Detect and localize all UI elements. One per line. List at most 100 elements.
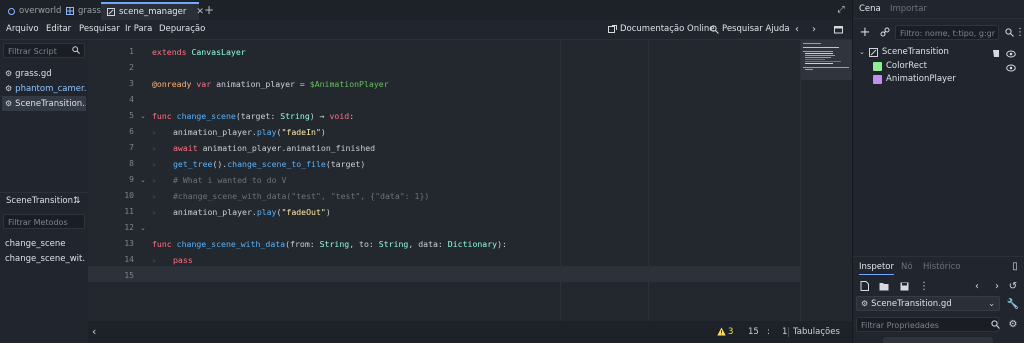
menu-debug[interactable]: Depuração xyxy=(159,24,205,34)
tab-inspector[interactable]: Inspetor xyxy=(859,262,894,275)
add-node-icon[interactable]: + xyxy=(858,25,872,40)
visibility-eye-icon[interactable] xyxy=(1004,61,1018,75)
online-docs-button[interactable]: Documentação Online xyxy=(608,24,714,34)
fullscreen-icon[interactable]: ⤢ xyxy=(836,5,846,15)
minimap-line xyxy=(805,63,833,64)
tree-node-animation-player[interactable]: AnimationPlayer xyxy=(873,74,956,84)
indentation-mode[interactable]: Tabulações xyxy=(793,327,840,337)
line-number: 12 xyxy=(124,223,134,232)
line-number: 10 xyxy=(124,191,134,200)
script-item-grass[interactable]: ⚙ grass.gd xyxy=(2,66,86,81)
minimap-line xyxy=(805,59,825,60)
search-icon xyxy=(72,46,80,54)
menu-edit[interactable]: Editar xyxy=(46,24,71,34)
code-minimap[interactable] xyxy=(800,40,852,321)
new-resource-icon[interactable] xyxy=(857,279,871,293)
code-line-10: #change_scene_with_data("test", "test", … xyxy=(173,191,430,201)
minimap-line xyxy=(803,51,833,52)
scene-tab-bar: overworld grass scene_manager ✕ + ⤢ xyxy=(0,0,852,20)
visibility-eye-icon[interactable] xyxy=(1004,47,1018,61)
line-number: 8 xyxy=(129,159,134,168)
resource-selector[interactable]: ⚙ SceneTransition.gd ⌄ xyxy=(856,296,1000,311)
tab-overworld[interactable]: overworld xyxy=(2,2,67,20)
fold-arrow-icon[interactable]: ⌄ xyxy=(140,112,146,120)
scene-filter-input[interactable]: Filtro: nome, t:tipo, g:gr xyxy=(895,25,999,40)
minimap-line xyxy=(805,61,841,62)
menu-file[interactable]: Arquivo xyxy=(6,24,39,34)
more-options-icon[interactable]: ⋮ xyxy=(1013,25,1024,39)
save-icon[interactable] xyxy=(897,279,911,293)
help-search-icon xyxy=(710,24,719,34)
minimap-line xyxy=(803,47,839,48)
code-editor[interactable]: 1 2 3 4 5 6 7 8 9 10 11 12 13 14 15 ⌄ ⌄ … xyxy=(88,40,800,321)
tab-grass[interactable]: grass xyxy=(60,2,107,20)
minimap-line xyxy=(805,69,813,70)
tree-node-color-rect[interactable]: ColorRect xyxy=(873,61,927,71)
method-item[interactable]: change_scene_wit... xyxy=(2,251,86,266)
settings-icon[interactable]: ⚙ xyxy=(1006,317,1020,331)
warning-icon[interactable] xyxy=(717,327,726,336)
toggle-panel-icon[interactable]: ‹ xyxy=(92,325,96,338)
line-number: 6 xyxy=(129,127,134,136)
code-line-6: animation_player.play("fadeIn") xyxy=(173,127,326,137)
minimap-line xyxy=(805,57,831,58)
minimap-line xyxy=(803,43,821,44)
link-icon[interactable] xyxy=(878,25,892,39)
chevron-left-icon[interactable]: ‹ xyxy=(970,279,984,293)
sort-icon[interactable]: ⇅ xyxy=(73,196,81,206)
current-line-highlight xyxy=(88,266,800,282)
tab-import[interactable]: Importar xyxy=(890,4,927,14)
gear-icon: ⚙ xyxy=(5,69,13,78)
chevron-down-icon: ⌄ xyxy=(859,48,865,56)
grass-scene-icon xyxy=(66,7,74,15)
divider xyxy=(853,18,1024,19)
line-indicator: 15 xyxy=(748,327,759,337)
menu-search[interactable]: Pesquisar xyxy=(79,24,120,34)
filter-properties-input[interactable]: Filtrar Propriedades xyxy=(856,317,999,332)
history-icon[interactable]: ↺ xyxy=(1006,279,1020,293)
gear-icon: ⚙ xyxy=(5,84,13,93)
line-number: 14 xyxy=(124,255,134,264)
tab-marker: » xyxy=(152,177,157,185)
fold-arrow-icon[interactable]: ⌄ xyxy=(140,224,146,232)
external-link-icon xyxy=(608,24,617,34)
tab-marker: » xyxy=(152,257,157,265)
more-options-icon[interactable]: ⋮ xyxy=(917,279,931,293)
code-line-13: func change_scene_with_data(from: String… xyxy=(152,239,507,249)
line-number: 15 xyxy=(124,271,134,280)
tools-icon[interactable]: 🔧 xyxy=(1006,297,1020,311)
chevron-right-icon[interactable]: › xyxy=(812,24,816,35)
tree-node-scene-transition[interactable]: ⌄ SceneTransition xyxy=(859,47,949,57)
add-tab-icon[interactable]: + xyxy=(204,3,214,17)
script-icon[interactable] xyxy=(989,47,1003,61)
script-item-phantom-camera[interactable]: ⚙ phantom_camer... xyxy=(2,81,86,96)
menu-goto[interactable]: Ir Para xyxy=(125,24,152,34)
warning-count: 3 xyxy=(728,327,734,337)
search-help-button[interactable]: Pesquisar Ajuda xyxy=(710,24,790,34)
filter-methods-input[interactable]: Filtrar Metodos xyxy=(3,214,85,229)
chevron-left-icon[interactable]: ‹ xyxy=(795,24,799,35)
line-number: 2 xyxy=(129,63,134,72)
tab-history[interactable]: Histórico xyxy=(923,262,960,272)
code-line-9: # What i wanted to do V xyxy=(173,175,287,185)
tab-marker: » xyxy=(152,161,157,169)
window-toggle-icon[interactable] xyxy=(834,25,843,34)
script-menu-bar: Arquivo Editar Pesquisar Ir Para Depuraç… xyxy=(0,20,852,40)
line-number: 4 xyxy=(129,95,134,104)
chevron-right-icon[interactable]: › xyxy=(990,279,1004,293)
tab-marker: » xyxy=(152,193,157,201)
collapse-panel-icon[interactable]: ▯ xyxy=(1008,259,1022,273)
method-item[interactable]: change_scene xyxy=(2,236,86,251)
tab-node[interactable]: Nó xyxy=(901,262,913,272)
code-line-5: func change_scene(target: String) → void… xyxy=(152,111,355,121)
open-folder-icon[interactable] xyxy=(877,279,891,293)
script-button[interactable] xyxy=(883,337,993,343)
script-item-scene-transition[interactable]: ⚙ SceneTransition... xyxy=(2,96,86,111)
close-icon[interactable]: ✕ xyxy=(196,7,204,17)
tab-scene[interactable]: Cena xyxy=(859,4,881,14)
code-line-8: get_tree().change_scene_to_file(target) xyxy=(173,159,366,169)
fold-arrow-icon[interactable]: ⌄ xyxy=(140,176,146,184)
chevron-down-icon: ⌄ xyxy=(988,299,995,308)
tab-scene-manager[interactable]: scene_manager ✕ xyxy=(101,2,204,20)
tab-label: overworld xyxy=(19,6,62,16)
